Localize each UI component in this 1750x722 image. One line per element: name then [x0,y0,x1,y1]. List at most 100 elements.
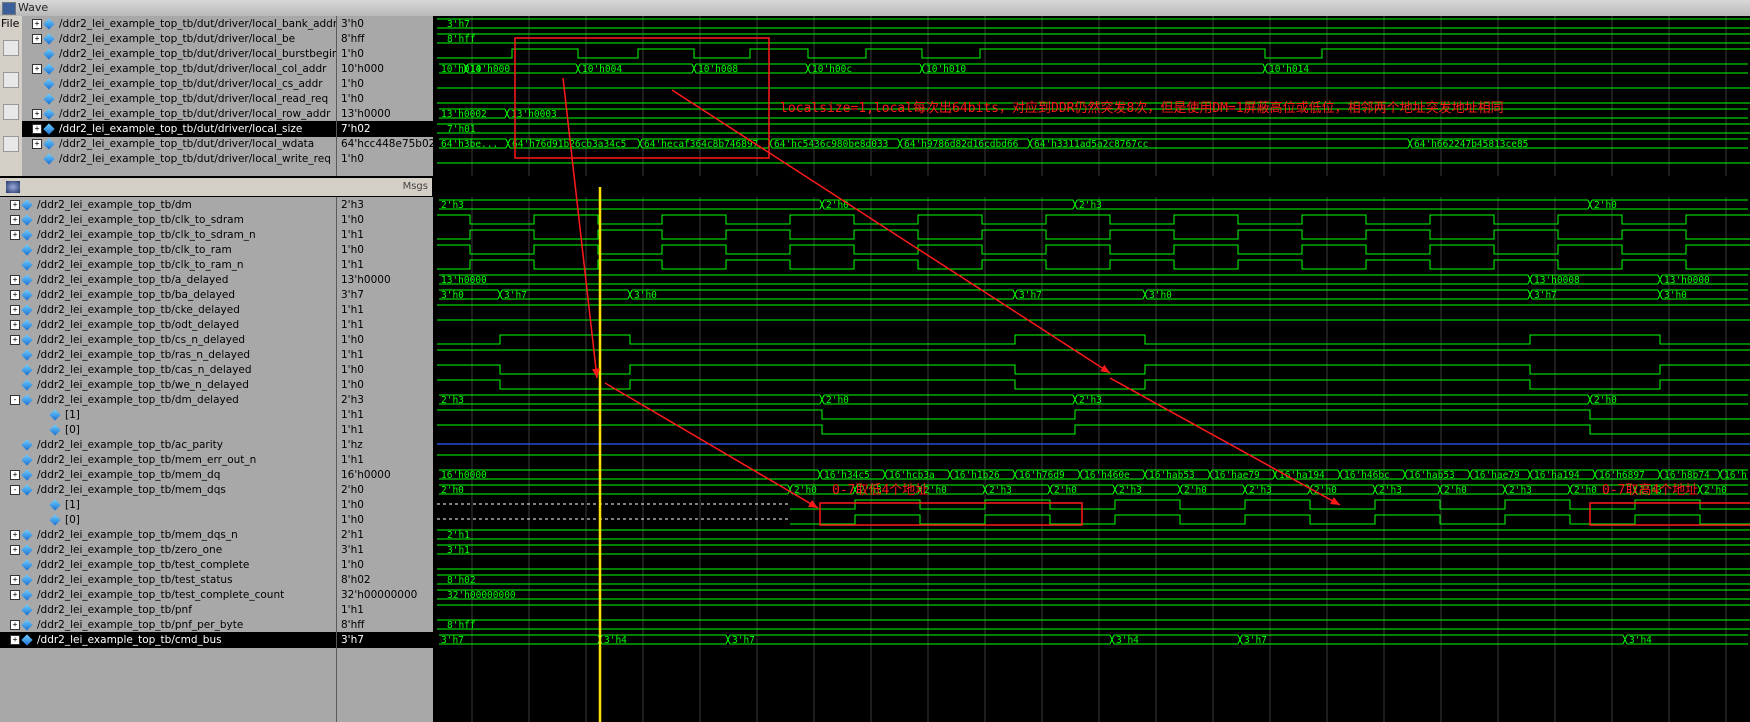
size-bus [437,123,1750,134]
waveform-canvas[interactable]: 3'h78'hff10'h01410'h000 10'h004 10'h008 10'… [0,0,1750,722]
annotation-arrow [1109,377,1341,506]
dm-delayed-1-wave [437,409,1750,420]
dm-delayed-label: 2'h3 [441,395,464,406]
mem-dq-transition [1142,469,1148,480]
dm-label: 2'h3 [441,200,464,211]
mem-dqs-label: 2'h0 [1444,485,1467,496]
test-status-bus [437,574,1750,585]
mem-dqs-transition [1112,484,1118,495]
a-delayed-label: 13'h0008 [1534,275,1580,286]
annotation-arrow [671,89,1111,374]
mem-dqs-transition [1372,484,1378,495]
mem-dq-transition [1337,469,1343,480]
pnf-per-byte-bus [437,619,1750,630]
mem-dqs-label: 2'h3 [1379,485,1402,496]
mem-dq-label: 16'hab53 [1149,470,1195,481]
annotation-arrowhead [808,499,818,508]
bank-addr-bus [437,18,1750,29]
dm-label: 2'h3 [1079,200,1102,211]
ba-delayed-transition [627,289,633,300]
mem-dqs-transition [1502,484,1508,495]
a-delayed-transition [1527,274,1533,285]
wdata-transition [1027,138,1033,149]
mem-dq-transition [817,469,823,480]
wdata-label: 64'hecaf364c8b746897 [644,139,758,150]
ba-delayed-label: 3'h7 [504,290,527,301]
clk-to-sdram-n-wave [437,229,1750,240]
ba-delayed-transition [1657,289,1663,300]
dm-segment [439,199,820,210]
cmd-bus-label: 3'h4 [1116,635,1139,646]
mem-dq-label: 16'ha194 [1534,470,1580,481]
mem-dqs-label: 2'h0 [794,485,817,496]
annotation-arrow [562,77,598,379]
cmd-bus-label: 3'h4 [604,635,627,646]
mem-dqs-segment [439,484,788,495]
mem-dq-transition [947,469,953,480]
dm-delayed-segment [439,394,820,405]
ba-delayed-transition [1012,289,1018,300]
wdata-label: 64'h76d91b26cb3a34c5 [512,139,626,150]
col-addr-transition [575,63,581,74]
col-addr-segment [924,63,1263,74]
mem-dqs-label: 2'h0 [1574,485,1597,496]
ba-delayed-label: 3'h7 [1019,290,1042,301]
cmd-bus-label: 3'h4 [1629,635,1652,646]
col-addr-label: 10'h014 [1269,64,1309,75]
a-delayed-transition [1657,274,1663,285]
dm-segment [1077,199,1588,210]
annotation-arrowhead [1100,364,1110,373]
annotation-box-low [819,502,1083,526]
cmd-bus-label: 3'h7 [732,635,755,646]
wdata-transition [637,138,643,149]
wdata-transition [897,138,903,149]
mem-dq-transition [1077,469,1083,480]
cmd-bus-segment [1242,634,1623,645]
mem-dq-label: 16'h [1724,470,1747,481]
clk-to-sdram-wave [437,214,1750,225]
test-complete-count-bus [437,589,1750,600]
mem-dqs-transition [1242,484,1248,495]
mem-dqs-label: 2'h0 [1184,485,1207,496]
ba-delayed-label: 3'h0 [441,290,464,301]
dm-delayed-segment [824,394,1073,405]
row-addr-transition [504,108,510,119]
ba-delayed-transition [1527,289,1533,300]
mem-dq-transition [1717,469,1723,480]
ba-delayed-label: 3'h7 [1534,290,1557,301]
mem-dq-transition [882,469,888,480]
mem-dq-transition [1272,469,1278,480]
dm-delayed-0-wave [437,424,1750,435]
dm-transition [1072,199,1078,210]
dm-transition [1587,199,1593,210]
mem-dqs-label: 2'h3 [1119,485,1142,496]
mem-dq-label: 16'hab53 [1409,470,1455,481]
mem-dq-label: 16'h8b74 [1664,470,1710,481]
ba-delayed-transition [497,289,503,300]
zero-one-bus [437,544,1750,555]
ba-delayed-transition [1142,289,1148,300]
cmd-bus-label: 3'h7 [441,635,464,646]
annotation-note-low: 0-7取低4个地址 [832,483,928,498]
wdata-label: 64'h9786d82d16cdbd66 [904,139,1019,150]
annotation-note-top: localsize=1,local每次出64bits，对应到DDR仍然突发8次，… [780,100,1504,116]
ba-delayed-label: 3'h0 [634,290,657,301]
dm-delayed-label: 2'h3 [1079,395,1102,406]
mem-dq-label: 16'h1b26 [954,470,1000,481]
mem-dqs-label: 2'h3 [1249,485,1272,496]
ba-delayed-label: 3'h0 [1664,290,1687,301]
cmd-bus-transition [1237,634,1243,645]
mem-dq-label: 16'hae79 [1474,470,1520,481]
annotation-arrowhead [592,368,600,378]
dm-transition [819,199,825,210]
dm-delayed-label: 2'h0 [1594,395,1617,406]
row-addr-label: 13'h0002 [441,109,487,120]
cs-n-delayed-wave [437,334,1750,345]
wdata-label: 64'h3be... [441,139,498,150]
a-delayed-label: 13'h0000 [1664,275,1710,286]
clk-to-ram-n-wave [437,259,1750,270]
dm-delayed-transition [1072,394,1078,405]
we-n-delayed-wave [437,379,1750,390]
annotation-arrow [604,382,819,509]
wdata-label: 64'hc5436c980be8d033 [774,139,888,150]
